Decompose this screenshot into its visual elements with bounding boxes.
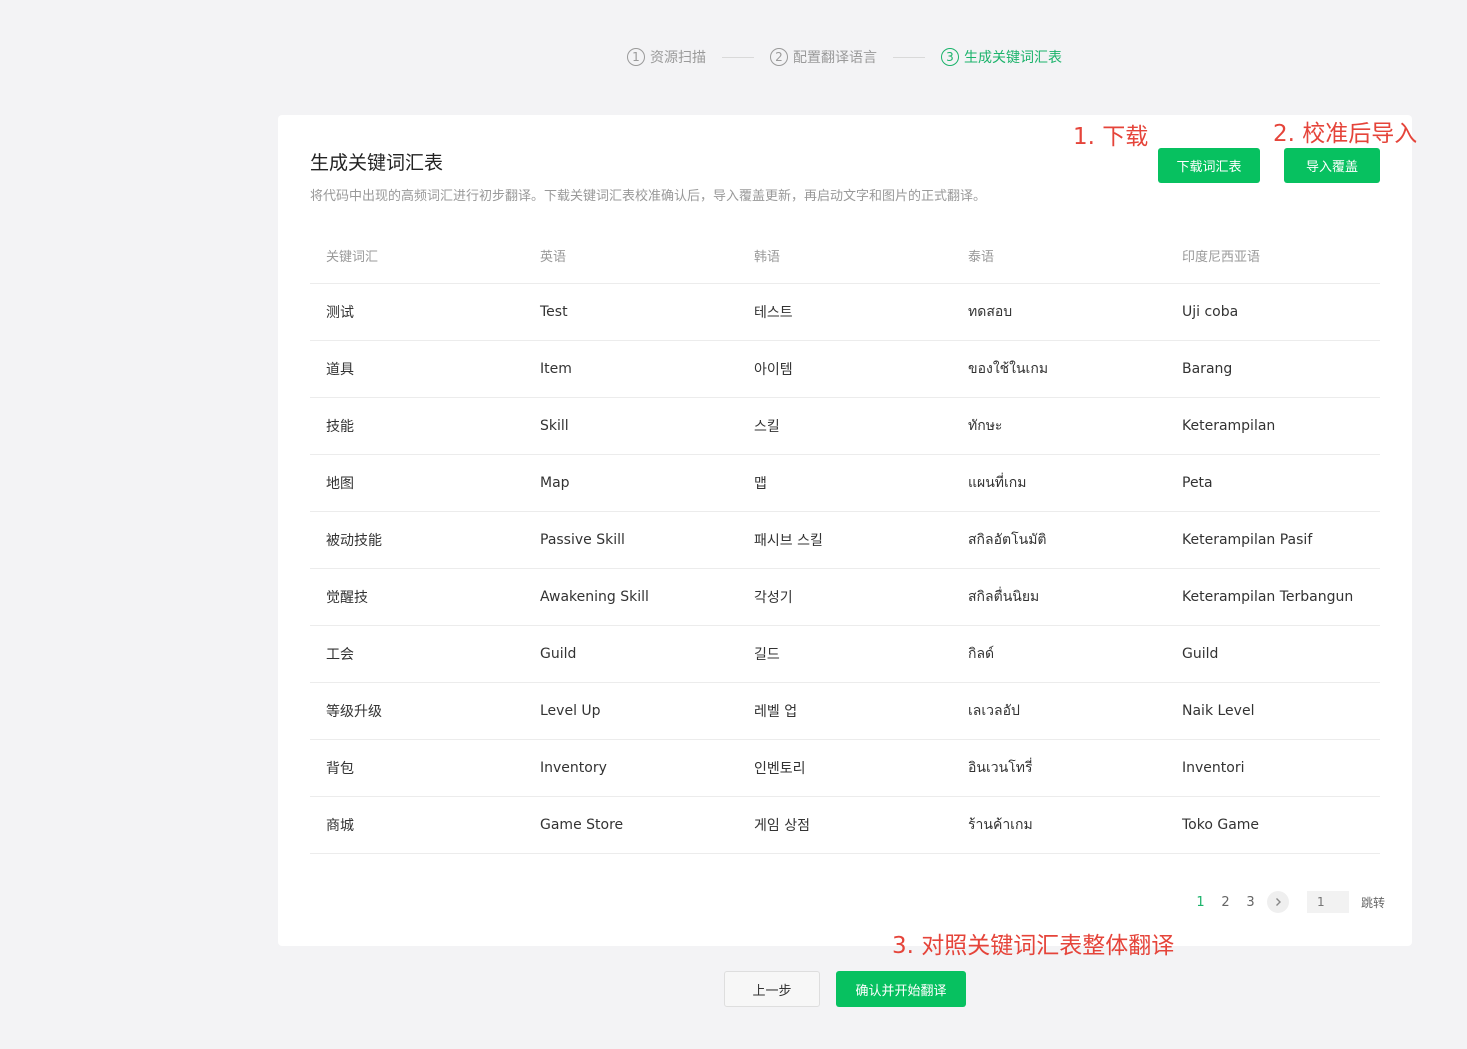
table-cell: ของใช้ในเกม	[968, 361, 1049, 377]
table-cell: 地图	[326, 476, 354, 492]
table-cell: Guild	[540, 646, 577, 662]
table-cell: 테스트	[754, 305, 793, 321]
stepper: 1 资源扫描 2 配置翻译语言 3 生成关键词汇表	[627, 45, 1062, 69]
table-cell: Keterampilan Terbangun	[1182, 589, 1354, 605]
table-cell: ทดสอบ	[968, 304, 1013, 320]
table-cell: 인벤토리	[754, 761, 806, 777]
table-row: 地图 Map 맵 แผนที่เกม Peta	[310, 455, 1380, 512]
step-divider	[893, 56, 925, 58]
column-header: 印度尼西亚语	[1182, 249, 1261, 265]
table-cell: Inventori	[1182, 760, 1245, 776]
step-label: 生成关键词汇表	[964, 50, 1062, 66]
table-cell: Toko Game	[1182, 817, 1260, 833]
table-cell: เลเวลอัป	[968, 703, 1020, 719]
table-cell: 아이템	[754, 362, 793, 378]
download-glossary-button[interactable]: 下载词汇表	[1158, 148, 1260, 183]
column-header: 韩语	[754, 249, 781, 265]
step-number: 1	[627, 48, 645, 66]
table-cell: Inventory	[540, 760, 607, 776]
table-row: 商城 Game Store 게임 상점 ร้านค้าเกม Toko Game	[310, 797, 1380, 854]
confirm-translate-button[interactable]: 确认并开始翻译	[836, 971, 966, 1007]
table-cell: 商城	[326, 818, 354, 834]
page-1-link[interactable]: 1	[1188, 895, 1213, 910]
table-cell: Peta	[1182, 475, 1213, 491]
pagination: 1 2 3 跳转	[1188, 891, 1385, 913]
table-cell: แผนที่เกม	[968, 475, 1027, 491]
table-cell: 레벨 업	[754, 704, 798, 720]
column-header: 泰语	[968, 249, 995, 265]
table-cell: 等级升级	[326, 704, 382, 720]
table-header-row: 关键词汇 英语 韩语 泰语 印度尼西亚语	[310, 227, 1380, 284]
step-1: 1 资源扫描	[627, 47, 706, 67]
table-cell: ร้านค้าเกม	[968, 817, 1033, 833]
table-row: 被动技能 Passive Skill 패시브 스킬 สกิลอัตโนมัติ Kete…	[310, 512, 1380, 569]
page-description: 将代码中出现的高频词汇进行初步翻译。下载关键词汇表校准确认后，导入覆盖更新，再启…	[310, 189, 987, 204]
table-cell: 被动技能	[326, 533, 382, 549]
column-header: 关键词汇	[326, 249, 379, 265]
table-cell: Test	[540, 304, 568, 320]
table-cell: Level Up	[540, 703, 601, 719]
step-label: 配置翻译语言	[793, 50, 877, 66]
table-body: 测试 Test 테스트 ทดสอบ Uji coba 道具 Item 아이템 ของใช้ในเ…	[310, 284, 1380, 854]
jump-button[interactable]: 跳转	[1361, 894, 1385, 911]
step-divider	[722, 56, 754, 58]
jump-page-input[interactable]	[1307, 891, 1349, 913]
next-page-button[interactable]	[1267, 891, 1289, 913]
page-title: 生成关键词汇表	[310, 152, 444, 174]
page-3-link[interactable]: 3	[1238, 895, 1263, 910]
table-cell: 맵	[754, 476, 767, 492]
table-cell: สกิลตื่นนิยม	[968, 589, 1040, 605]
table-cell: Keterampilan Pasif	[1182, 532, 1313, 548]
table-row: 觉醒技 Awakening Skill 각성기 สกิลตื่นนิยม Keteram…	[310, 569, 1380, 626]
table-cell: อินเวนโทรี่	[968, 760, 1033, 776]
table-cell: 패시브 스킬	[754, 533, 823, 549]
table-cell: Passive Skill	[540, 532, 625, 548]
table-cell: 스킬	[754, 419, 780, 435]
table-cell: Barang	[1182, 361, 1233, 377]
column-header: 英语	[540, 249, 567, 265]
table-cell: 测试	[326, 305, 354, 321]
table-row: 测试 Test 테스트 ทดสอบ Uji coba	[310, 284, 1380, 341]
table-cell: กิลด์	[968, 646, 995, 662]
step-2: 2 配置翻译语言	[770, 47, 877, 67]
table-cell: 게임 상점	[754, 818, 810, 834]
table-cell: Map	[540, 475, 570, 491]
page-2-link[interactable]: 2	[1213, 895, 1238, 910]
step-3: 3 生成关键词汇表	[941, 47, 1062, 67]
step-number: 3	[941, 48, 959, 66]
table-cell: 각성기	[754, 590, 793, 606]
table-cell: 道具	[326, 362, 354, 378]
table-cell: 길드	[754, 647, 780, 663]
table-cell: สกิลอัตโนมัติ	[968, 532, 1047, 548]
table-cell: Keterampilan	[1182, 418, 1276, 434]
step-number: 2	[770, 48, 788, 66]
previous-step-button[interactable]: 上一步	[724, 971, 820, 1007]
table-cell: 背包	[326, 761, 354, 777]
table-cell: ทักษะ	[968, 418, 1003, 434]
annotation-translate: 3. 对照关键词汇表整体翻译	[892, 933, 1175, 959]
table-row: 背包 Inventory 인벤토리 อินเวนโทรี่ Inventori	[310, 740, 1380, 797]
table-cell: Guild	[1182, 646, 1219, 662]
annotation-import: 2. 校准后导入	[1273, 121, 1418, 147]
annotation-download: 1. 下载	[1073, 124, 1149, 150]
import-overwrite-button[interactable]: 导入覆盖	[1284, 148, 1380, 183]
table-cell: 工会	[326, 647, 354, 663]
glossary-card: 生成关键词汇表 将代码中出现的高频词汇进行初步翻译。下载关键词汇表校准确认后，导…	[278, 115, 1412, 946]
table-row: 道具 Item 아이템 ของใช้ในเกม Barang	[310, 341, 1380, 398]
table-cell: Naik Level	[1182, 703, 1255, 719]
table-row: 等级升级 Level Up 레벨 업 เลเวลอัป Naik Level	[310, 683, 1380, 740]
table-cell: 技能	[326, 419, 354, 435]
table-cell: Skill	[540, 418, 569, 434]
table-cell: Awakening Skill	[540, 589, 649, 605]
glossary-table: 关键词汇 英语 韩语 泰语 印度尼西亚语 测试 Test 테스트 ทดสอบ Uji c…	[310, 227, 1380, 854]
table-cell: Game Store	[540, 817, 624, 833]
table-cell: Uji coba	[1182, 304, 1239, 320]
table-cell: Item	[540, 361, 572, 377]
step-label: 资源扫描	[650, 50, 706, 66]
chevron-right-icon	[1276, 898, 1281, 906]
table-cell: 觉醒技	[326, 590, 368, 606]
table-row: 工会 Guild 길드 กิลด์ Guild	[310, 626, 1380, 683]
table-row: 技能 Skill 스킬 ทักษะ Keterampilan	[310, 398, 1380, 455]
